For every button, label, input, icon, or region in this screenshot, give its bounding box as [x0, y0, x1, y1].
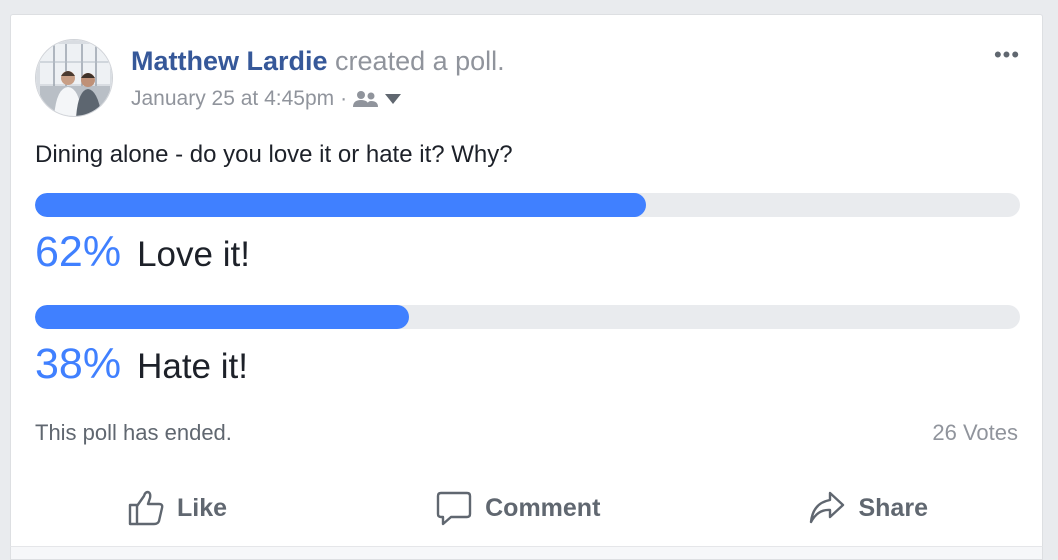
post-header: Matthew Lardie created a poll.: [131, 45, 505, 77]
poll-option-2-label: Hate it!: [137, 347, 248, 386]
share-arrow-icon: [810, 491, 845, 524]
poll-option-2[interactable]: 38% Hate it!: [35, 339, 248, 392]
more-options-icon[interactable]: •••: [990, 42, 1024, 67]
poll-option-1[interactable]: 62% Love it!: [35, 227, 250, 280]
post-timestamp[interactable]: January 25 at 4:45pm: [131, 85, 334, 113]
vote-count[interactable]: 26 Votes: [932, 419, 1018, 447]
card-footer-edge: [10, 546, 1043, 560]
comment-label: Comment: [485, 493, 601, 522]
audience-selector[interactable]: [353, 90, 402, 108]
author-name-link[interactable]: Matthew Lardie: [131, 46, 328, 76]
poll-option-2-bar-fill: [35, 305, 410, 329]
speech-bubble-icon: [436, 491, 472, 526]
poll-option-1-bar-fill: [35, 193, 646, 217]
post-meta: January 25 at 4:45pm ·: [131, 85, 402, 113]
profile-photo: [36, 40, 112, 116]
poll-question: Dining alone - do you love it or hate it…: [35, 141, 513, 168]
caret-down-icon: [385, 94, 402, 104]
comment-button[interactable]: Comment: [421, 483, 614, 533]
share-label: Share: [858, 493, 928, 522]
like-button[interactable]: Like: [113, 483, 241, 533]
poll-post-card: Matthew Lardie created a poll. January 2…: [10, 14, 1043, 546]
poll-option-1-bar: [35, 193, 1020, 217]
share-button[interactable]: Share: [794, 483, 941, 533]
poll-option-1-label: Love it!: [137, 235, 250, 274]
poll-status: This poll has ended.: [35, 420, 232, 445]
poll-option-2-bar: [35, 305, 1020, 329]
post-action-text: created a poll.: [335, 46, 505, 76]
avatar[interactable]: [35, 39, 113, 117]
meta-separator: ·: [340, 87, 348, 110]
like-label: Like: [177, 493, 228, 522]
poll-option-1-percent: 62%: [35, 228, 122, 276]
post-actions: Like Comment Share: [23, 483, 1032, 533]
thumbs-up-icon: [128, 490, 164, 526]
poll-option-2-percent: 38%: [35, 340, 122, 388]
friends-icon: [353, 91, 379, 107]
